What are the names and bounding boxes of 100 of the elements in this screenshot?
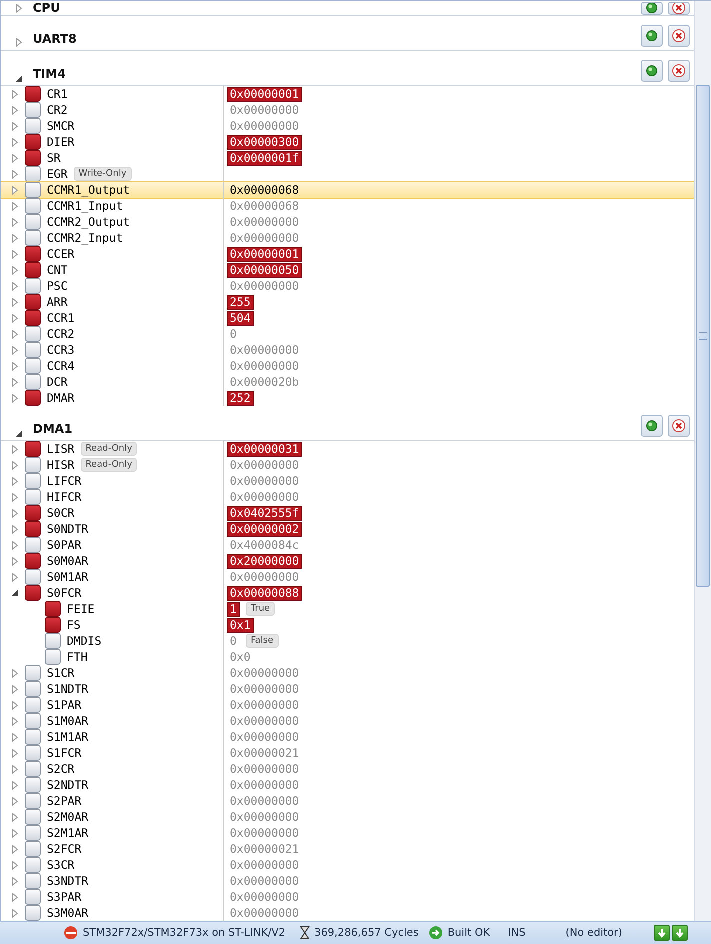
expand-arrow-icon[interactable] [12,250,18,258]
register-row[interactable]: DIER 0x00000300 [1,133,694,151]
apply-button[interactable] [641,415,663,437]
register-row[interactable]: CCR1 504 [1,309,694,327]
expand-arrow-icon[interactable] [12,154,18,162]
register-row[interactable]: CR1 0x00000001 [1,85,694,103]
expand-arrow-icon[interactable] [12,716,18,726]
expand-arrow-icon[interactable] [12,218,18,226]
register-row[interactable]: HIFCR 0x00000000 [1,488,694,506]
register-row[interactable]: S1NDTR 0x00000000 [1,680,694,698]
register-row[interactable]: HISR Read-Only 0x00000000 [1,456,694,474]
expand-arrow-icon[interactable] [12,780,18,790]
apply-button[interactable] [641,25,663,47]
register-row[interactable]: S2M0AR 0x00000000 [1,808,694,826]
expand-arrow-icon[interactable] [12,876,18,886]
register-row[interactable]: S2CR 0x00000000 [1,760,694,778]
register-row[interactable]: S2M1AR 0x00000000 [1,824,694,842]
collapse-arrow-icon[interactable] [16,76,22,82]
expand-arrow-icon[interactable] [12,764,18,774]
register-row[interactable]: S1M1AR 0x00000000 [1,728,694,746]
expand-arrow-icon[interactable] [12,796,18,806]
register-row[interactable]: PSC 0x00000000 [1,277,694,295]
register-row[interactable]: S0PAR 0x4000084c [1,536,694,554]
scrollbar-thumb[interactable] [696,85,710,587]
register-row[interactable]: CCR2 0 [1,325,694,343]
register-row[interactable]: S1FCR 0x00000021 [1,744,694,762]
register-row[interactable]: S0FCR 0x00000088 [1,584,694,602]
expand-arrow-icon[interactable] [12,668,18,678]
register-row[interactable]: SR 0x0000001f [1,149,694,167]
expand-arrow-icon[interactable] [12,234,18,242]
register-row[interactable]: CCMR1_Input 0x00000068 [1,197,694,215]
expand-arrow-icon[interactable] [12,122,18,130]
expand-arrow-icon[interactable] [12,444,18,454]
register-row[interactable]: CNT 0x00000050 [1,261,694,279]
register-row[interactable]: LIFCR 0x00000000 [1,472,694,490]
register-row[interactable]: S0M0AR 0x20000000 [1,552,694,570]
register-row[interactable]: S0NDTR 0x00000002 [1,520,694,538]
expand-arrow-icon[interactable] [12,844,18,854]
register-row[interactable]: CR2 0x00000000 [1,101,694,119]
expand-arrow-icon[interactable] [12,492,18,502]
expand-arrow-icon[interactable] [12,748,18,758]
expand-arrow-icon[interactable] [12,732,18,742]
expand-arrow-icon[interactable] [12,908,18,918]
register-row[interactable]: S2PAR 0x00000000 [1,792,694,810]
expand-arrow-icon[interactable] [12,90,18,98]
register-row[interactable]: DMDIS 0 False [1,632,694,650]
close-button[interactable] [668,2,690,14]
register-row[interactable]: CCMR2_Output 0x00000000 [1,213,694,231]
register-row[interactable]: S3CR 0x00000000 [1,856,694,874]
section-header[interactable]: TIM4 [1,51,694,86]
expand-arrow-icon[interactable] [12,524,18,534]
register-row[interactable]: CCR4 0x00000000 [1,357,694,375]
expand-arrow-icon[interactable] [12,540,18,550]
expand-arrow-icon[interactable] [12,138,18,146]
register-row[interactable]: CCER 0x00000001 [1,245,694,263]
register-row[interactable]: ARR 255 [1,293,694,311]
apply-button[interactable] [641,60,663,82]
expand-arrow-icon[interactable] [12,106,18,114]
scrollbar[interactable] [694,1,711,922]
expand-arrow-icon[interactable] [12,346,18,354]
register-row[interactable]: DMAR 252 [1,389,694,407]
register-row[interactable]: S2FCR 0x00000021 [1,840,694,858]
register-row[interactable]: CCMR1_Output 0x00000068 [1,181,694,199]
expand-arrow-icon[interactable] [12,394,18,402]
expand-arrow-icon[interactable] [12,298,18,306]
expand-arrow-icon[interactable] [12,362,18,370]
register-row[interactable]: S3NDTR 0x00000000 [1,872,694,890]
section-header[interactable]: CPU [1,1,694,16]
register-row[interactable]: CCR3 0x00000000 [1,341,694,359]
expand-arrow-icon[interactable] [12,202,18,210]
expand-arrow-icon[interactable] [16,38,22,47]
close-button[interactable] [668,25,690,47]
expand-arrow-icon[interactable] [12,556,18,566]
down-arrow-button[interactable] [672,925,688,942]
register-row[interactable]: S1CR 0x00000000 [1,664,694,682]
expand-arrow-icon[interactable] [12,684,18,694]
expand-arrow-icon[interactable] [12,828,18,838]
register-row[interactable]: CCMR2_Input 0x00000000 [1,229,694,247]
expand-arrow-icon[interactable] [12,282,18,290]
section-header[interactable]: DMA1 [1,406,694,441]
collapse-arrow-icon[interactable] [12,590,18,596]
expand-arrow-icon[interactable] [12,378,18,386]
expand-arrow-icon[interactable] [12,186,18,194]
register-row[interactable]: S3PAR 0x00000000 [1,888,694,906]
expand-arrow-icon[interactable] [12,314,18,322]
expand-arrow-icon[interactable] [12,330,18,338]
apply-button[interactable] [641,2,663,14]
register-row[interactable]: S0CR 0x0402555f [1,504,694,522]
collapse-arrow-icon[interactable] [16,431,22,437]
expand-arrow-icon[interactable] [12,266,18,274]
register-row[interactable]: S1PAR 0x00000000 [1,696,694,714]
expand-arrow-icon[interactable] [12,170,18,178]
register-row[interactable]: SMCR 0x00000000 [1,117,694,135]
expand-arrow-icon[interactable] [12,892,18,902]
expand-arrow-icon[interactable] [12,508,18,518]
expand-arrow-icon[interactable] [12,476,18,486]
expand-arrow-icon[interactable] [12,812,18,822]
expand-arrow-icon[interactable] [12,860,18,870]
register-row[interactable]: S2NDTR 0x00000000 [1,776,694,794]
register-row[interactable]: DCR 0x0000020b [1,373,694,391]
